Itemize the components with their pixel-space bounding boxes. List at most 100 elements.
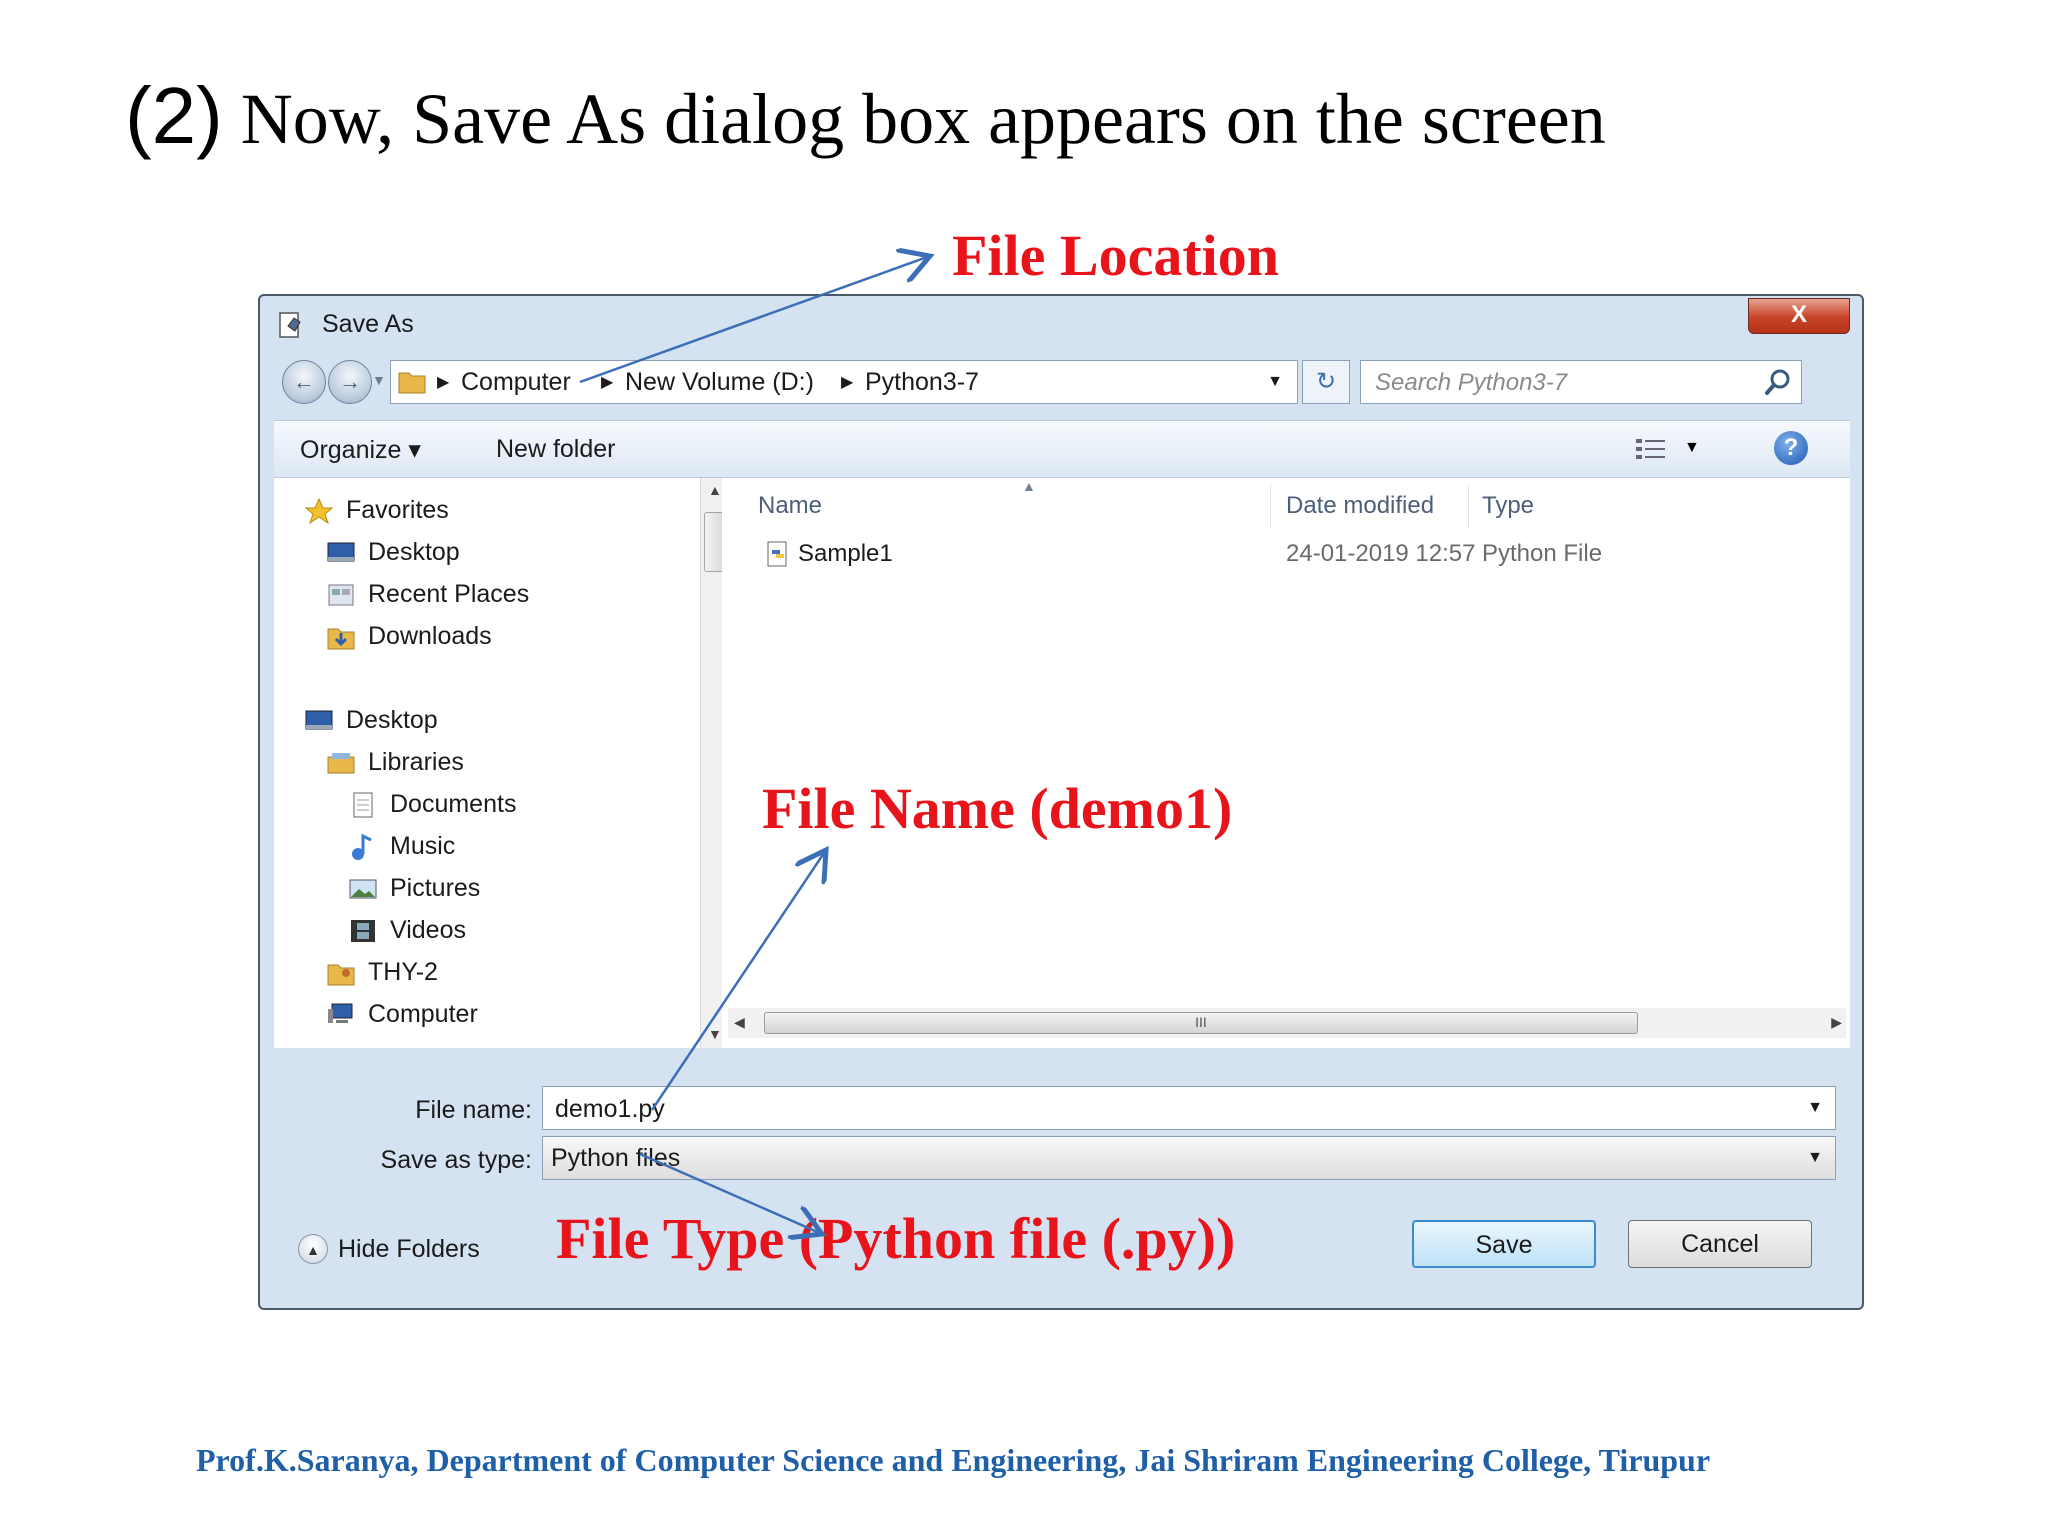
nav-libraries-label: Libraries bbox=[368, 748, 464, 776]
column-separator[interactable] bbox=[1468, 484, 1469, 528]
file-row[interactable]: Sample1 24-01-2019 12:57 Python File bbox=[722, 532, 1850, 576]
nav-downloads-label: Downloads bbox=[368, 622, 492, 650]
nav-recent-places[interactable]: Recent Places bbox=[326, 580, 529, 609]
close-icon: X bbox=[1790, 301, 1807, 328]
nav-pictures-label: Pictures bbox=[390, 874, 481, 902]
star-icon bbox=[304, 497, 334, 524]
annotation-file-name: File Name (demo1) bbox=[762, 776, 1233, 841]
nav-favorites-label: Favorites bbox=[346, 496, 449, 524]
views-dropdown-icon[interactable]: ▼ bbox=[1684, 439, 1700, 457]
file-name-field[interactable]: ▼ bbox=[542, 1086, 1836, 1130]
computer-icon bbox=[328, 1003, 353, 1023]
nav-pictures[interactable]: Pictures bbox=[348, 874, 480, 903]
navigation-pane: Favorites Desktop Recent Places Download… bbox=[274, 478, 729, 1048]
file-list-horizontal-scrollbar[interactable]: ◀ III ▶ bbox=[728, 1008, 1846, 1038]
address-row: ← → ▼ ▶ Computer ▶ New Volume (D:) ▶ Pyt… bbox=[260, 358, 1862, 408]
address-bar[interactable]: ▶ Computer ▶ New Volume (D:) ▶ Python3-7… bbox=[390, 360, 1298, 404]
breadcrumb-new-volume[interactable]: New Volume (D:) bbox=[625, 368, 814, 397]
horizontal-scroll-thumb[interactable]: III bbox=[764, 1012, 1638, 1034]
hide-folders-button[interactable]: ▲ Hide Folders bbox=[298, 1234, 480, 1264]
scroll-up-icon[interactable]: ▲ bbox=[708, 482, 722, 498]
save-as-type-label: Save as type: bbox=[380, 1146, 532, 1174]
hide-folders-label: Hide Folders bbox=[338, 1234, 480, 1263]
slide-title-number: (2) bbox=[125, 71, 223, 160]
refresh-icon: ↻ bbox=[1315, 368, 1337, 395]
search-box[interactable] bbox=[1360, 360, 1802, 404]
help-icon[interactable]: ? bbox=[1774, 431, 1808, 465]
column-header-name[interactable]: Name bbox=[758, 492, 822, 520]
views-icon[interactable] bbox=[1634, 435, 1670, 463]
save-document-icon bbox=[279, 312, 301, 338]
refresh-button[interactable]: ↻ bbox=[1302, 360, 1350, 404]
file-name-dropdown-icon[interactable]: ▼ bbox=[1807, 1099, 1823, 1117]
scroll-right-icon[interactable]: ▶ bbox=[1831, 1014, 1842, 1031]
nav-recent-places-label: Recent Places bbox=[368, 580, 530, 608]
nav-favorites[interactable]: Favorites bbox=[304, 496, 449, 525]
cancel-button[interactable]: Cancel bbox=[1628, 1220, 1812, 1268]
desktop-icon bbox=[327, 542, 355, 561]
search-input[interactable] bbox=[1373, 367, 1737, 399]
recent-locations-dropdown-icon[interactable]: ▼ bbox=[372, 372, 386, 388]
file-name-cell: Sample1 bbox=[798, 540, 893, 567]
breadcrumb-arrow-icon[interactable]: ▶ bbox=[601, 372, 613, 392]
nav-desktop-favorite-label: Desktop bbox=[368, 538, 460, 566]
forward-button[interactable]: → bbox=[328, 360, 372, 404]
annotation-file-type: File Type (Python file (.py)) bbox=[556, 1206, 1236, 1271]
new-folder-button[interactable]: New folder bbox=[496, 435, 616, 464]
close-button[interactable]: X bbox=[1748, 298, 1850, 334]
scroll-down-icon[interactable]: ▼ bbox=[708, 1026, 722, 1042]
file-date-cell: 24-01-2019 12:57 bbox=[1286, 540, 1476, 567]
back-arrow-icon: ← bbox=[293, 369, 315, 394]
nav-music-label: Music bbox=[390, 832, 456, 860]
address-dropdown-icon[interactable]: ▼ bbox=[1267, 373, 1283, 391]
nav-music[interactable]: Music bbox=[348, 832, 455, 861]
libraries-icon bbox=[327, 752, 355, 773]
file-list-pane: Name ▲ Date modified Type Sample1 24-01-… bbox=[722, 478, 1850, 1048]
nav-thy2[interactable]: THY-2 bbox=[326, 958, 438, 987]
nav-videos[interactable]: Videos bbox=[348, 916, 466, 945]
dialog-title: Save As bbox=[322, 310, 414, 338]
scroll-left-icon[interactable]: ◀ bbox=[734, 1014, 745, 1031]
column-separator[interactable] bbox=[1270, 484, 1271, 528]
save-button[interactable]: Save bbox=[1412, 1220, 1596, 1268]
user-folder-icon bbox=[327, 964, 355, 985]
back-button[interactable]: ← bbox=[282, 360, 326, 404]
breadcrumb-arrow-icon[interactable]: ▶ bbox=[437, 372, 449, 392]
breadcrumb-python3-7[interactable]: Python3-7 bbox=[865, 368, 979, 397]
forward-arrow-icon: → bbox=[339, 369, 361, 394]
nav-computer-label: Computer bbox=[368, 1000, 478, 1028]
slide-footer: Prof.K.Saranya, Department of Computer S… bbox=[196, 1442, 1711, 1478]
nav-computer[interactable]: Computer bbox=[326, 1000, 478, 1029]
breadcrumb-arrow-icon[interactable]: ▶ bbox=[841, 372, 853, 392]
nav-downloads[interactable]: Downloads bbox=[326, 622, 492, 651]
breadcrumb-computer[interactable]: Computer bbox=[461, 368, 571, 397]
desktop-icon bbox=[305, 710, 333, 729]
annotation-file-location: File Location bbox=[952, 223, 1280, 288]
nav-thy2-label: THY-2 bbox=[368, 958, 438, 986]
save-as-type-dropdown-icon[interactable]: ▼ bbox=[1807, 1149, 1823, 1167]
nav-desktop-favorite[interactable]: Desktop bbox=[326, 538, 460, 567]
organize-menu[interactable]: Organize ▾ bbox=[300, 435, 421, 465]
file-type-cell: Python File bbox=[1482, 540, 1603, 567]
nav-libraries[interactable]: Libraries bbox=[326, 748, 464, 777]
file-name-input[interactable] bbox=[553, 1093, 1757, 1125]
python-file-icon bbox=[767, 541, 787, 567]
nav-desktop[interactable]: Desktop bbox=[304, 706, 438, 735]
file-name-label: File name: bbox=[415, 1096, 532, 1124]
videos-icon bbox=[351, 919, 375, 942]
nav-documents[interactable]: Documents bbox=[348, 790, 516, 819]
collapse-icon: ▲ bbox=[298, 1234, 328, 1264]
downloads-folder-icon bbox=[327, 628, 355, 649]
recent-places-icon bbox=[328, 584, 354, 605]
column-header-type[interactable]: Type bbox=[1482, 492, 1534, 520]
command-toolbar: Organize ▾ New folder ▼ ? bbox=[274, 420, 1850, 478]
nav-documents-label: Documents bbox=[390, 790, 517, 818]
pictures-icon bbox=[349, 879, 377, 898]
nav-desktop-label: Desktop bbox=[346, 706, 438, 734]
save-as-type-value: Python files bbox=[551, 1144, 681, 1172]
search-icon[interactable] bbox=[1763, 367, 1793, 397]
save-as-type-select[interactable]: Python files ▼ bbox=[542, 1136, 1836, 1180]
sort-ascending-icon: ▲ bbox=[1022, 478, 1036, 494]
column-header-date[interactable]: Date modified bbox=[1286, 492, 1434, 520]
slide-title: (2) Now, Save As dialog box appears on t… bbox=[125, 70, 1606, 162]
